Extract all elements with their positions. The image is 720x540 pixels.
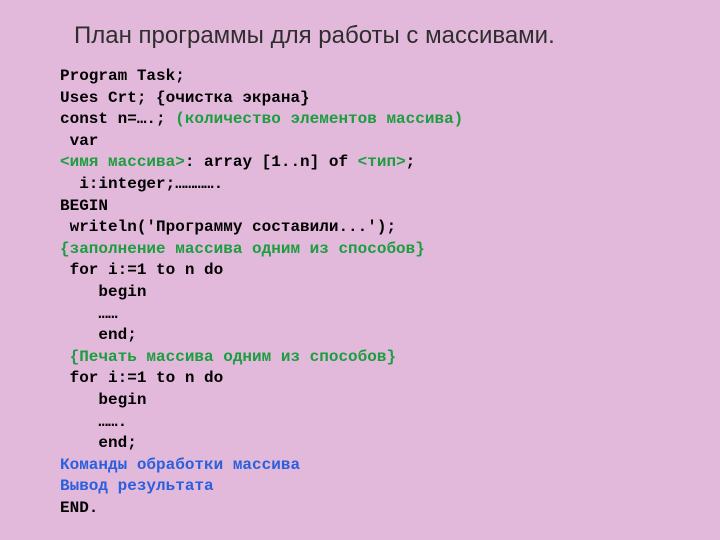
code-line: i:integer;…………. [60,175,223,193]
code-comment: (количество элементов массива) [175,110,463,128]
code-line: const n=….; [60,110,175,128]
code-line: BEGIN [60,197,108,215]
code-line: var [60,132,98,150]
code-comment: {заполнение массива одним из способов} [60,240,425,258]
code-block: Program Task; Uses Crt; {очистка экрана}… [60,66,660,519]
code-line: for i:=1 to n do [60,369,223,387]
code-line: end; [60,326,137,344]
code-line: ……. [60,413,127,431]
code-line: begin [60,391,146,409]
code-line: ; [406,153,416,171]
code-placeholder: <имя массива> [60,153,185,171]
code-line: writeln('Программу составили...'); [60,218,396,236]
code-line: end; [60,434,137,452]
code-step: Команды обработки массива [60,456,300,474]
page-title: План программы для работы с массивами. [74,22,660,50]
code-comment: {Печать массива одним из способов} [60,348,396,366]
code-line: : array [1..n] of [185,153,358,171]
code-line: Uses Crt; {очистка экрана} [60,89,310,107]
code-step: Вывод результата [60,477,214,495]
code-placeholder: <тип> [358,153,406,171]
code-line: …… [60,305,118,323]
code-line: for i:=1 to n do [60,261,223,279]
code-line: Program Task; [60,67,185,85]
code-line: begin [60,283,146,301]
code-line: END. [60,499,98,517]
